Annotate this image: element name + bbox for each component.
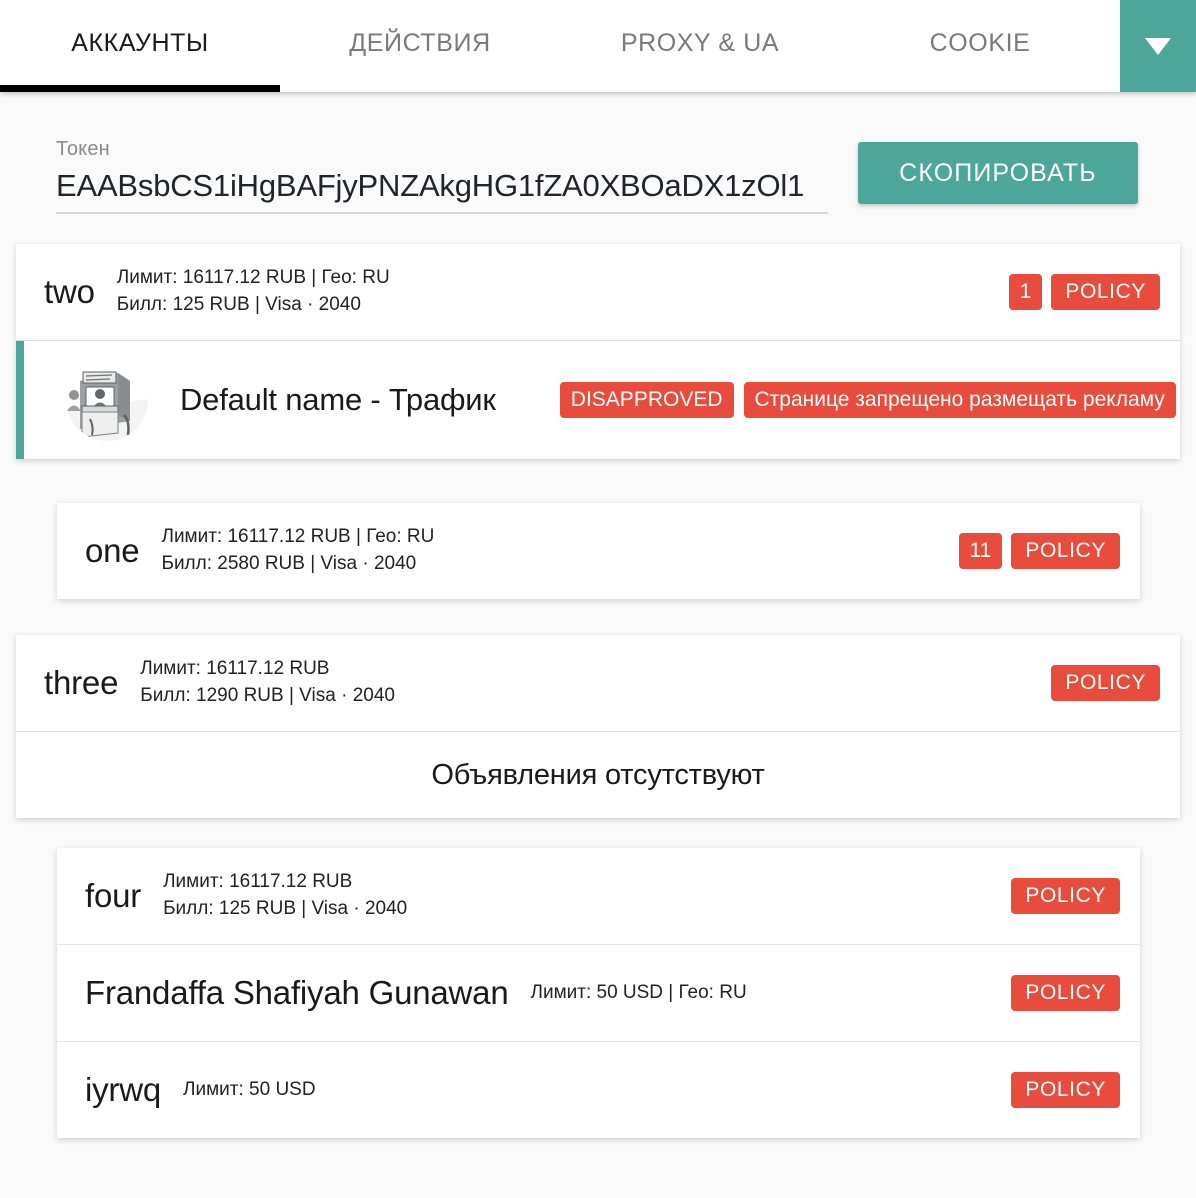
account-name: four [85,877,142,914]
account-row[interactable]: Frandaffa Shafiyah Gunawan Лимит: 50 USD… [57,945,1140,1041]
policy-badge[interactable]: POLICY [1011,878,1120,914]
account-meta: Лимит: 16117.12 RUB | Гео: RU Билл: 125 … [117,265,991,319]
account-meta: Лимит: 16117.12 RUB Билл: 1290 RUB | Vis… [140,656,1033,710]
account-name: two [44,273,95,310]
policy-badge[interactable]: POLICY [1011,1072,1120,1108]
account-limit: Лимит: 16117.12 RUB [163,871,353,893]
account-row[interactable]: two Лимит: 16117.12 RUB | Гео: RU Билл: … [16,244,1180,340]
account-row[interactable]: four Лимит: 16117.12 RUB Билл: 125 RUB |… [57,848,1140,944]
tab-list: АККАУНТЫ ДЕЙСТВИЯ PROXY & UA COOKIE [0,0,1120,92]
token-section: Токен EAABsbCS1iHgBAFjyPNZAkgHG1fZA0XBOa… [0,92,1196,214]
token-label: Токен [56,138,110,160]
tab-proxy-ua[interactable]: PROXY & UA [560,0,840,92]
account-limit: Лимит: 16117.12 RUB | Гео: RU [116,267,390,289]
account-meta: Лимит: 50 USD [183,1077,993,1104]
tab-accounts[interactable]: АККАУНТЫ [0,0,280,92]
account-name: Frandaffa Shafiyah Gunawan [85,974,509,1011]
account-card-three: three Лимит: 16117.12 RUB Билл: 1290 RUB… [16,635,1180,818]
account-badges: POLICY [1011,878,1120,914]
account-badges: POLICY [1011,1072,1120,1108]
token-field: Токен EAABsbCS1iHgBAFjyPNZAkgHG1fZA0XBOa… [56,138,828,214]
app-root: АККАУНТЫ ДЕЙСТВИЯ PROXY & UA COOKIE Токе… [0,0,1196,1198]
account-badges: 1 POLICY [1008,274,1160,310]
account-card-group: four Лимит: 16117.12 RUB Билл: 125 RUB |… [57,848,1140,1138]
account-bill: Билл: 125 RUB | Visa · 2040 [116,294,361,315]
account-name: three [44,664,119,701]
ad-row-card: Default name - Трафик DISAPPROVED Страни… [16,341,1180,459]
tab-cookie-label: COOKIE [929,28,1031,57]
account-name: iyrwq [85,1071,162,1108]
ad-status-badge[interactable]: DISAPPROVED [559,382,734,418]
tab-proxy-ua-label: PROXY & UA [620,28,780,57]
account-row[interactable]: three Лимит: 16117.12 RUB Билл: 1290 RUB… [16,635,1180,731]
ad-status-accent-bar [16,341,24,459]
account-bill: Билл: 2580 RUB | Visa · 2040 [161,553,417,574]
ad-title: Default name - Трафик [180,382,496,417]
account-limit: Лимит: 50 USD [183,1078,316,1100]
copy-token-button[interactable]: СКОПИРОВАТЬ [858,142,1138,204]
policy-badge[interactable]: POLICY [1011,975,1120,1011]
ad-reason-badge[interactable]: Странице запрещено размещать рекламу [743,382,1176,418]
ads-count-badge[interactable]: 11 [958,533,1003,569]
policy-badge[interactable]: POLICY [1051,274,1160,310]
account-badges: POLICY [1051,665,1160,701]
chevron-down-icon [1145,37,1171,55]
tab-actions-label: ДЕЙСТВИЯ [349,28,491,57]
token-value: EAABsbCS1iHgBAFjyPNZAkgHG1fZA0XBOaDX1zOl… [56,168,805,203]
ad-creative-thumbnail [66,359,148,441]
account-meta: Лимит: 16117.12 RUB Билл: 125 RUB | Visa… [163,869,993,923]
account-badges: 11 POLICY [958,533,1120,569]
account-meta: Лимит: 16117.12 RUB | Гео: RU Билл: 2580… [161,524,940,578]
policy-badge[interactable]: POLICY [1011,533,1120,569]
account-limit: Лимит: 16117.12 RUB | Гео: RU [161,526,435,548]
policy-badge[interactable]: POLICY [1051,665,1160,701]
tab-actions[interactable]: ДЕЙСТВИЯ [280,0,560,92]
account-limit: Лимит: 16117.12 RUB [140,658,330,680]
ad-row[interactable]: Default name - Трафик DISAPPROVED Страни… [24,341,1180,459]
tab-overflow-button[interactable] [1120,0,1196,92]
tab-cookie[interactable]: COOKIE [840,0,1120,92]
account-badges: POLICY [1011,975,1120,1011]
empty-ads-message: Объявления отсутствуют [431,758,765,791]
ad-badges: DISAPPROVED Странице запрещено размещать… [559,382,1176,418]
account-card-two: two Лимит: 16117.12 RUB | Гео: RU Билл: … [16,244,1180,340]
account-row[interactable]: iyrwq Лимит: 50 USD POLICY [57,1042,1140,1138]
token-input[interactable]: EAABsbCS1iHgBAFjyPNZAkgHG1fZA0XBOaDX1zOl… [56,168,828,214]
account-card-one: one Лимит: 16117.12 RUB | Гео: RU Билл: … [57,503,1140,599]
account-bill: Билл: 125 RUB | Visa · 2040 [163,898,408,919]
account-limit: Лимит: 50 USD | Гео: RU [530,981,747,1003]
account-bill: Билл: 1290 RUB | Visa · 2040 [140,685,395,706]
account-meta: Лимит: 50 USD | Гео: RU [530,980,993,1007]
ads-count-badge[interactable]: 1 [1008,274,1043,310]
account-row[interactable]: one Лимит: 16117.12 RUB | Гео: RU Билл: … [57,503,1140,599]
tab-bar: АККАУНТЫ ДЕЙСТВИЯ PROXY & UA COOKIE [0,0,1196,92]
account-name: one [85,532,140,569]
tab-accounts-label: АККАУНТЫ [71,28,209,57]
